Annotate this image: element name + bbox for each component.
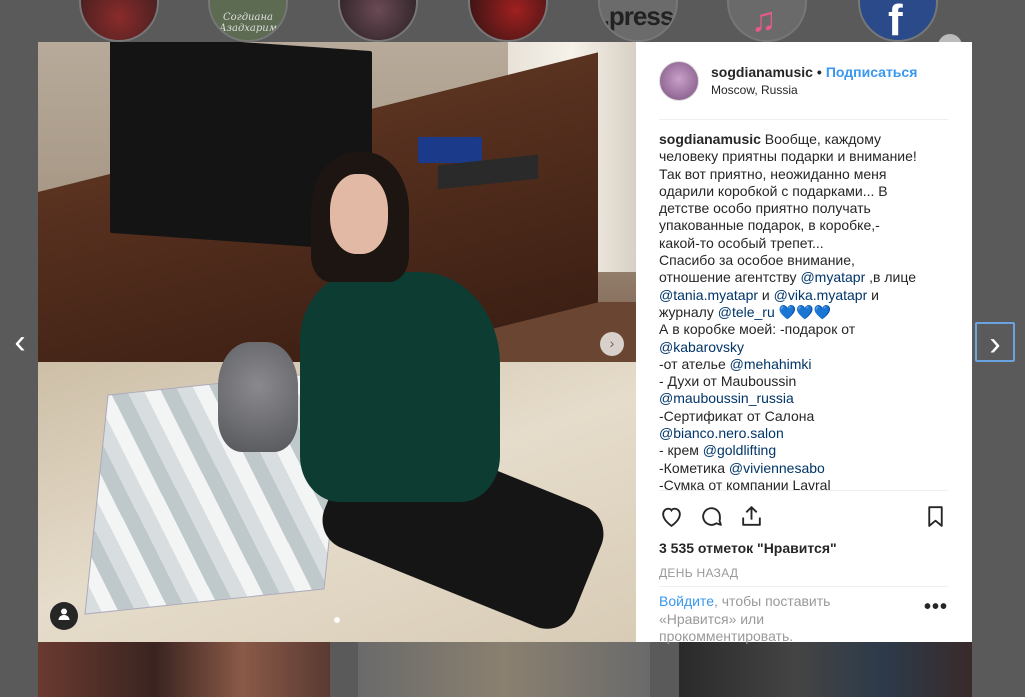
story-highlight-label: f: [888, 0, 903, 42]
bookmark-icon[interactable]: [908, 497, 948, 537]
caption-line: sogdianamusic Вообще, каждому: [659, 131, 881, 147]
grid-post-thumbnail[interactable]: [358, 642, 650, 697]
grid-post-thumbnail[interactable]: [38, 642, 330, 697]
carousel-dot: [334, 617, 340, 623]
mention-link[interactable]: @bianco.nero.salon: [659, 425, 784, 441]
story-highlight-7[interactable]: f: [858, 0, 938, 42]
caption-line: какой-то особый трепет...: [659, 234, 824, 251]
mention-link[interactable]: @viviennesabo: [729, 460, 825, 476]
caption-line: - крем @goldlifting: [659, 442, 777, 459]
story-highlight-6[interactable]: ♫: [727, 0, 807, 42]
caption-line: - Духи от Mauboussin: [659, 373, 797, 390]
caption-line: А в коробке моей: -подарок от: [659, 321, 856, 338]
login-link[interactable]: Войдите: [659, 593, 714, 609]
post-modal: › sogdianamusic • Подписаться Moscow, Russ…: [38, 42, 972, 644]
mention-link[interactable]: @kabarovsky: [659, 339, 744, 355]
post-side-panel: sogdianamusic • Подписаться Moscow, Russia…: [636, 42, 972, 644]
likes-count[interactable]: 3 535 отметок "Нравится": [659, 540, 948, 562]
mention-link[interactable]: @tania.myatapr: [659, 287, 758, 303]
avatar[interactable]: [659, 60, 699, 101]
comment-icon[interactable]: [699, 497, 739, 537]
location-link[interactable]: Moscow, Russia: [711, 83, 917, 97]
story-highlight-label: Согдиана Азадхарим: [218, 12, 278, 34]
post-header: sogdianamusic • Подписаться Moscow, Russia: [659, 42, 948, 120]
caption-line: -от ателье @mehahimki: [659, 355, 812, 372]
story-highlight-1[interactable]: [79, 0, 159, 42]
caption-line: @tania.myatapr и @vika.myatapr и: [659, 286, 879, 303]
music-note-icon: ♫: [751, 1, 777, 39]
carousel-indicator: [38, 610, 636, 628]
story-highlight-3[interactable]: [338, 0, 418, 42]
mention-link[interactable]: @vika.myatapr: [774, 287, 868, 303]
caption-line: -Сертификат от Салона: [659, 407, 815, 424]
teddy-bear-in-photo: [218, 342, 298, 452]
caption-line: -Сумка от компании Lavral: [659, 476, 831, 490]
caption-line: @kabarovsky: [659, 339, 948, 356]
mention-link[interactable]: @goldlifting: [703, 442, 776, 458]
post-photo[interactable]: ›: [38, 42, 636, 642]
grid-post-thumbnail[interactable]: [679, 642, 972, 697]
caption-line: журналу @tele_ru 💙💙💙: [659, 303, 831, 320]
caption-line: @mauboussin_russia: [659, 390, 948, 407]
story-highlight-label: .press: [602, 1, 675, 31]
next-post-button[interactable]: ›: [975, 322, 1015, 363]
share-icon[interactable]: [739, 497, 779, 537]
login-prompt: Войдите, чтобы поставить «Нравится» или …: [659, 586, 948, 644]
caption-line: упакованные подарок, в коробке,-: [659, 217, 880, 234]
separator-dot: •: [816, 64, 822, 80]
mention-link[interactable]: @mauboussin_russia: [659, 390, 794, 406]
post-caption: sogdianamusic Вообще, каждому человеку п…: [659, 120, 948, 490]
follow-button[interactable]: Подписаться: [826, 64, 918, 80]
post-date[interactable]: ДЕНЬ НАЗАД: [659, 562, 948, 586]
story-highlights-row: Согдиана Азадхарим .press ♫ f ›: [0, 0, 1025, 58]
story-highlight-2[interactable]: Согдиана Азадхарим: [208, 0, 288, 42]
mention-link[interactable]: @tele_ru: [718, 304, 775, 320]
caption-line: Спасибо за особое внимание,: [659, 252, 855, 269]
story-highlight-5[interactable]: .press: [598, 0, 678, 42]
carousel-next-button[interactable]: ›: [600, 332, 624, 356]
caption-line: -Кометика @viviennesabo: [659, 459, 825, 476]
post-actions-bar: [659, 490, 948, 540]
blue-hearts-emoji: 💙💙💙: [778, 303, 831, 320]
mention-link[interactable]: @myatapr: [800, 269, 865, 285]
heart-icon[interactable]: [659, 497, 699, 537]
caption-username[interactable]: sogdianamusic: [659, 131, 761, 147]
mention-link[interactable]: @mehahimki: [730, 356, 812, 372]
caption-line: Так вот приятно, неожиданно меня: [659, 165, 887, 182]
caption-line: детстве особо приятно получать: [659, 200, 871, 217]
more-options-icon[interactable]: •••: [924, 593, 948, 642]
caption-line: одарили коробкой с подарками... В: [659, 182, 888, 199]
caption-line: отношение агентству @myatapr ,в лице: [659, 269, 916, 286]
caption-line: @bianco.nero.salon: [659, 425, 948, 442]
previous-post-button[interactable]: ‹: [0, 322, 40, 362]
story-highlight-4[interactable]: [468, 0, 548, 42]
header-username[interactable]: sogdianamusic: [711, 64, 813, 80]
caption-line: человеку приятны подарки и внимание!: [659, 148, 917, 165]
